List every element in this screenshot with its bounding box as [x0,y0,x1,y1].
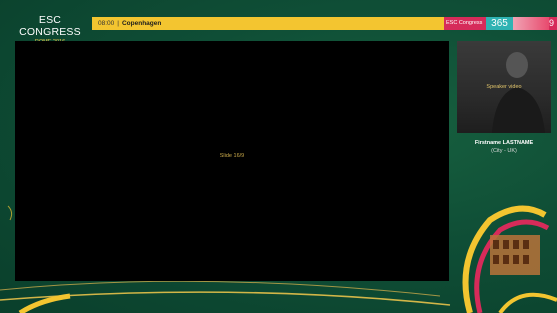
slide-area: Slide 16/9 [15,41,449,281]
speaker-city: (City - UK) [491,148,517,154]
logo-title: ESC CONGRESS [19,14,81,38]
brand-stripe [513,17,549,30]
session-time: 08:00 [98,20,115,27]
speaker-name: Firstname LASTNAME [474,140,534,146]
session-bar: 08:00 | Copenhagen [92,17,444,30]
brand-number: 365 [486,17,513,30]
brand-trailing: 9 [549,17,557,30]
speaker-video-label: Speaker video [486,84,522,90]
brand-banner: ESC Congress 365 [444,17,549,30]
session-location: Copenhagen [121,20,162,27]
slide-placeholder-label: Slide 16/9 [219,153,245,159]
session-separator: | [117,20,119,27]
speaker-video: Speaker video [457,41,551,133]
brand-label: ESC Congress [444,17,486,30]
